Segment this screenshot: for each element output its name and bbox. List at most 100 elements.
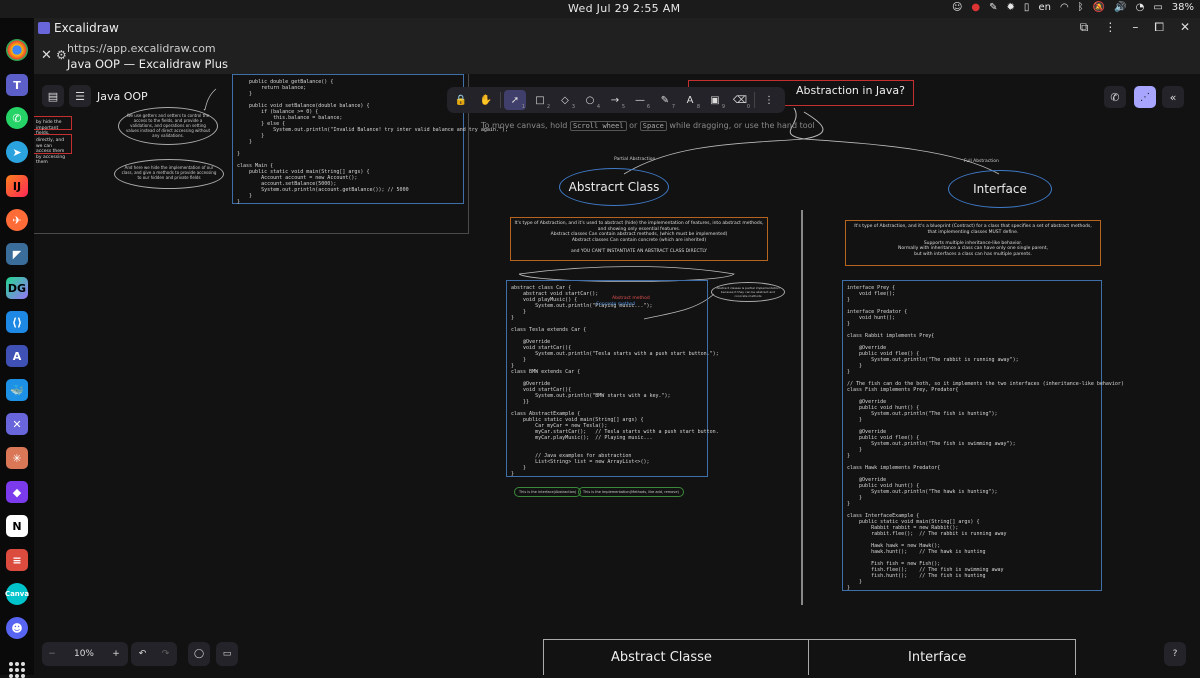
zoom-level[interactable]: 10% — [62, 649, 106, 659]
canvas-hint: To move canvas, hold Scroll wheel or Spa… — [481, 121, 815, 131]
intellij-icon[interactable]: IJ — [6, 175, 28, 197]
notion-icon[interactable]: N — [6, 515, 28, 537]
partial-abstraction-label[interactable]: Partial Abstraction — [614, 157, 655, 162]
vscode-icon[interactable]: ⟨⟩ — [6, 311, 28, 333]
telegram-icon[interactable]: ➤ — [6, 141, 28, 163]
scene-name[interactable]: Java OOP — [97, 90, 148, 103]
hint-key-space: Space — [639, 121, 667, 131]
main-menu-icon[interactable]: ☰ — [69, 85, 91, 107]
line-icon[interactable]: —6 — [629, 90, 651, 111]
more-options-icon[interactable]: ⋮ — [1104, 20, 1116, 35]
tool-shortcut-key: 2 — [546, 104, 550, 110]
hand-icon[interactable]: ✋ — [475, 90, 497, 110]
whatsapp-icon[interactable]: ✆ — [6, 107, 28, 129]
open-external-icon[interactable]: ⧉ — [1080, 20, 1089, 35]
volume-icon[interactable]: 🔊 — [1114, 2, 1126, 13]
abstract-class-oval[interactable]: Abstracrt Class — [559, 168, 669, 206]
tool-shortcut-key: 3 — [571, 104, 575, 110]
pill-implementation[interactable]: This is the implementation(Methods, like… — [578, 487, 684, 497]
share-button[interactable]: ⋰ — [1134, 86, 1156, 108]
language-indicator[interactable]: en — [1038, 2, 1051, 13]
dbeaver-icon[interactable]: ◤ — [6, 243, 28, 265]
presentation-button[interactable]: ▭ — [216, 642, 238, 666]
site-settings-icon[interactable]: ⚙ — [56, 48, 67, 62]
more-tools-icon[interactable]: ⋮ — [758, 90, 780, 110]
ellipse-icon[interactable]: ○ 4 — [579, 90, 601, 111]
record-icon[interactable]: ● — [971, 2, 980, 13]
left-note-2[interactable]: directly, and we can access them by acce… — [34, 134, 72, 165]
pen-icon[interactable]: ✎ — [989, 2, 997, 13]
close-window-icon[interactable]: ✕ — [1180, 20, 1190, 35]
eraser-icon[interactable]: ⌫ 0 — [729, 90, 751, 111]
pill-interface-abstraction[interactable]: This is the interface(Abstraction) — [514, 487, 582, 497]
todoist-icon[interactable]: ≡ — [6, 549, 28, 571]
comments-button[interactable]: ◯ — [188, 642, 210, 666]
compare-divider — [808, 640, 809, 675]
toolbar-separator — [500, 92, 501, 108]
full-abstraction-label[interactable]: Full Abstraction — [964, 159, 999, 164]
left-note-1[interactable]: by hide the important fields, — [34, 116, 72, 136]
page-url[interactable]: https://app.excalidraw.com — [67, 42, 216, 55]
abstract-method-label[interactable]: Abstract method — [612, 296, 650, 301]
battery-icon[interactable]: ▭ — [1153, 2, 1162, 13]
collapse-sidebar-icon[interactable]: « — [1162, 86, 1184, 108]
chrome-icon[interactable] — [6, 39, 28, 61]
image-icon[interactable]: ▣ 9 — [704, 90, 726, 111]
zoom-in-button[interactable]: + — [106, 649, 126, 659]
obsidian-icon[interactable]: ◆ — [6, 481, 28, 503]
excalidraw-logo-icon — [38, 22, 50, 34]
drawing-canvas[interactable]: public double getBalance() { return bala… — [34, 74, 1200, 675]
brightness-icon[interactable]: ✹ — [1007, 2, 1015, 13]
close-icon[interactable]: ✕ — [41, 48, 52, 63]
undo-icon[interactable]: ↶ — [131, 649, 154, 659]
datagrip-icon[interactable]: DG — [6, 277, 28, 299]
share-icon: ⋰ — [1140, 91, 1150, 103]
app-grid-icon[interactable] — [9, 662, 25, 678]
network-icon[interactable]: ◔ — [1136, 2, 1145, 13]
wifi-icon[interactable]: ◠ — [1060, 2, 1069, 13]
postman-icon[interactable]: ✈ — [6, 209, 28, 231]
discord-icon[interactable]: ☻ — [6, 617, 28, 639]
comparison-table[interactable]: Abstract Classe Interface — [543, 639, 1076, 675]
lock-icon[interactable]: 🔒 — [450, 90, 472, 110]
bubble-abstract-partial[interactable]: Abstract classes is partial implementati… — [711, 282, 785, 302]
rectangle-icon[interactable]: □ 2 — [529, 90, 551, 111]
system-clock: Wed Jul 29 2:55 AM — [568, 2, 681, 15]
emoji-icon[interactable]: ☺ — [952, 2, 962, 13]
excalidraw-icon[interactable]: ✕ — [6, 413, 28, 435]
draw-icon[interactable]: ✎ 7 — [654, 90, 676, 111]
teams-icon[interactable]: T — [6, 74, 28, 96]
minimize-icon[interactable]: – — [1132, 20, 1138, 35]
history-controls: ↶ ↷ — [131, 642, 177, 666]
claude-icon[interactable]: ✳ — [6, 447, 28, 469]
bluetooth-off-icon[interactable]: ᛒ — [1078, 2, 1084, 13]
text-icon[interactable]: A8 — [679, 90, 701, 111]
selection-icon[interactable]: ➚ 1 — [504, 90, 526, 110]
interface-oval[interactable]: Interface — [948, 170, 1052, 208]
diamond-icon[interactable]: ◇ 3 — [554, 90, 576, 111]
interface-code[interactable]: interface Prey { void flee(); } interfac… — [842, 280, 1124, 591]
abstract-class-note[interactable]: It's type of Abstraction, and it's used … — [510, 217, 768, 261]
abstract-class-code[interactable]: abstract class Car { abstract void start… — [506, 280, 719, 477]
clipboard-icon[interactable]: ▯ — [1024, 2, 1030, 13]
bubble-getters-setters[interactable]: We use getters and setters to control th… — [118, 107, 218, 145]
interface-heading: Interface — [973, 182, 1027, 196]
arrow-icon[interactable]: → 5 — [604, 90, 626, 111]
system-tray: ☺ ● ✎ ✹ ▯ en ◠ ᛒ 🔕 🔊 ◔ ▭ 38% — [952, 2, 1194, 13]
canva-icon[interactable]: Canva — [5, 583, 29, 605]
library-icon[interactable]: ▤ — [42, 85, 64, 107]
redo-icon[interactable]: ↷ — [154, 649, 177, 659]
app-name: Excalidraw — [54, 21, 119, 35]
concrete-method-label[interactable]: Concrete method — [596, 302, 635, 307]
zoom-out-button[interactable]: − — [42, 649, 62, 659]
docker-icon[interactable]: 🐳 — [6, 379, 28, 401]
help-button[interactable]: ? — [1164, 642, 1186, 666]
left-code-block[interactable]: public double getBalance() { return bala… — [232, 74, 508, 205]
call-icon[interactable]: ✆ — [1104, 86, 1126, 108]
tool-shortcut-key: 8 — [696, 104, 700, 110]
android-studio-icon[interactable]: A — [6, 345, 28, 367]
interface-note[interactable]: It's type of Abstraction, and it's a blu… — [845, 220, 1101, 266]
bubble-hide-implementation[interactable]: And here we hide the implementation of o… — [114, 159, 224, 189]
maximize-icon[interactable]: ⧠ — [1154, 20, 1164, 35]
bell-off-icon[interactable]: 🔕 — [1093, 2, 1105, 13]
